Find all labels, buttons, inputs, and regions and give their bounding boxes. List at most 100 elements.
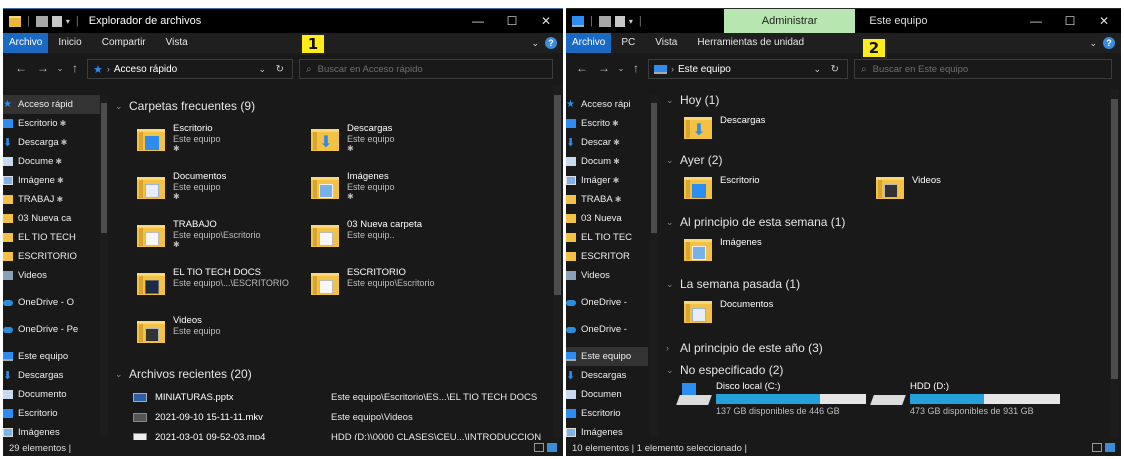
address-dropdown-icon[interactable]: ⌄ [258,64,266,75]
sidebar-item[interactable]: Este equipo [566,347,648,366]
navigation-pane-scrollbar[interactable] [650,95,658,436]
sidebar-item[interactable]: Escritorio [3,404,107,423]
customize-toolbar-icon[interactable]: ▾ [629,17,633,26]
content-scrollbar[interactable] [553,85,562,438]
tab-archivo[interactable]: Archivo [566,33,612,53]
search-box[interactable]: ⌕ Buscar en Acceso rápido [299,59,553,79]
help-icon[interactable]: ? [545,37,557,49]
sidebar-item[interactable]: ★ Acceso rápi [566,95,648,114]
sidebar-item[interactable]: OneDrive - [566,320,648,339]
address-dropdown-icon[interactable]: ⌄ [813,64,821,75]
address-bar[interactable]: ★ › Acceso rápido ⌄ ↻ [87,59,293,79]
frequent-folder-tile[interactable]: TRABAJO Este equipo\Escritorio ✱ [137,219,261,249]
frequent-folder-tile[interactable]: EL TIO TECH DOCS Este equipo\...\ESCRITOR… [137,267,289,297]
sidebar-item[interactable]: Docum ✱ [566,152,648,171]
recent-locations-icon[interactable]: ⌄ [616,64,626,73]
sidebar-item[interactable]: Escrito ✱ [566,114,648,133]
frequent-folder-tile[interactable]: ESCRITORIO Este equipo\Escritorio [311,267,435,297]
expand-ribbon-icon[interactable]: ⌄ [531,33,539,53]
minimize-button[interactable]: — [1019,9,1053,33]
expand-ribbon-icon[interactable]: ⌄ [1089,33,1097,53]
sidebar-item[interactable]: Escritorio ✱ [3,114,107,133]
customize-toolbar-icon[interactable]: ▾ [66,17,70,26]
sidebar-item[interactable]: Documento [3,385,107,404]
sidebar-item[interactable]: Imágenes [3,423,107,440]
sidebar-item[interactable]: Este equipo [3,347,107,366]
sidebar-item[interactable]: ESCRITORIO [3,247,107,266]
sidebar-item[interactable]: ⬇ Descarga ✱ [3,133,107,152]
maximize-button[interactable]: ☐ [495,9,529,33]
sidebar-item[interactable]: Videos [566,266,648,285]
group-header-no-especificado[interactable]: ⌄ No especificado (2) [666,359,783,381]
sidebar-item[interactable]: 03 Nueva [566,209,648,228]
sidebar-item[interactable]: 03 Nueva ca [3,209,107,228]
tab-administrar[interactable]: Administrar [723,9,856,33]
details-view-icon[interactable] [1092,443,1102,452]
recent-locations-icon[interactable]: ⌄ [55,64,65,73]
frequent-folder-tile[interactable]: ⬇ Descargas Este equipo ✱ [311,123,395,153]
navigation-pane-scrollbar[interactable] [100,95,108,436]
new-folder-icon[interactable] [614,15,625,27]
properties-icon[interactable] [598,15,611,27]
tab-archivo[interactable]: Archivo [3,33,49,53]
sidebar-item[interactable]: TRABA ✱ [566,190,648,209]
tab-pc[interactable]: PC [611,33,645,53]
sidebar-item[interactable]: ⬇ Descargas [3,366,107,385]
up-arrow-icon[interactable]: ↑ [67,61,83,75]
group-header-semana[interactable]: ⌄ Al principio de esta semana (1) [666,211,845,233]
refresh-icon[interactable]: ↻ [276,64,284,75]
sidebar-item[interactable]: TRABAJ ✱ [3,190,107,209]
group-header-anio[interactable]: › Al principio de este año (3) [666,337,823,359]
up-arrow-icon[interactable]: ↑ [628,61,644,75]
frequent-folder-tile[interactable]: Imágenes Este equipo ✱ [311,171,395,201]
help-icon[interactable]: ? [1103,37,1115,49]
search-box[interactable]: ⌕ Buscar en Este equipo [854,59,1112,79]
item-descargas[interactable]: ⬇ Descargas [684,111,765,141]
recent-file-row[interactable]: 2021-09-10 15-11-11.mkv Este equipo\Video… [111,407,553,427]
folder-icon[interactable] [9,15,21,27]
recent-file-row[interactable]: MINIATURAS.pptx Este equipo\Escritorio\ES… [111,387,553,407]
large-icons-view-icon[interactable] [547,443,557,452]
details-view-icon[interactable] [534,443,544,452]
group-header-ayer[interactable]: ⌄ Ayer (2) [666,149,722,171]
sidebar-item[interactable]: OneDrive - Pe [3,320,107,339]
sidebar-item[interactable]: ★ Acceso rápid [3,95,107,114]
sidebar-item[interactable]: OneDrive - O [3,293,107,312]
item-videos[interactable]: Videos [876,171,941,201]
tab-compartir[interactable]: Compartir [92,33,156,53]
sidebar-item[interactable]: OneDrive - [566,293,648,312]
item-escritorio[interactable]: Escritorio [684,171,760,201]
group-header-hoy[interactable]: ⌄ Hoy (1) [666,89,719,111]
sidebar-item[interactable]: ⬇ Descargas [566,366,648,385]
recent-file-row[interactable]: 2021-03-01 09-52-03.mp4 HDD (D:)\0000 CLA… [111,427,553,440]
sidebar-item[interactable]: ⬇ Descar ✱ [566,133,648,152]
sidebar-item[interactable]: EL TIO TECH [3,228,107,247]
item-documentos[interactable]: Documentos [684,295,773,325]
sidebar-item[interactable]: ESCRITOR [566,247,648,266]
new-folder-icon[interactable] [51,15,62,27]
back-arrow-icon[interactable]: ← [13,61,29,75]
frequent-folder-tile[interactable]: Videos Este equipo [137,315,221,345]
drive-tile[interactable]: Disco local (C:) 137 GB disponibles de 44… [676,381,866,416]
sidebar-item[interactable]: Imágene ✱ [3,171,107,190]
forward-arrow-icon[interactable]: → [35,61,51,75]
tab-vista[interactable]: Vista [645,33,687,53]
close-button[interactable]: ✕ [1087,9,1121,33]
sidebar-item[interactable]: Docume ✱ [3,152,107,171]
content-scrollbar[interactable] [1110,89,1119,438]
group-header-semana-pasada[interactable]: ⌄ La semana pasada (1) [666,273,800,295]
group-header-recent[interactable]: ⌄ Archivos recientes (20) [115,363,252,385]
maximize-button[interactable]: ☐ [1053,9,1087,33]
tab-herramientas-de-unidad[interactable]: Herramientas de unidad [687,33,814,53]
back-arrow-icon[interactable]: ← [574,61,590,75]
frequent-folder-tile[interactable]: Escritorio Este equipo ✱ [137,123,221,153]
sidebar-item[interactable]: Videos [3,266,107,285]
minimize-button[interactable]: — [461,9,495,33]
frequent-folder-tile[interactable]: Documentos Este equipo ✱ [137,171,226,201]
sidebar-item[interactable]: Imágenes [566,423,648,440]
properties-icon[interactable] [35,15,48,27]
forward-arrow-icon[interactable]: → [596,61,612,75]
drive-tile[interactable]: HDD (D:) 473 GB disponibles de 931 GB [870,381,1060,416]
close-button[interactable]: ✕ [529,9,563,33]
pc-icon[interactable] [572,15,584,27]
